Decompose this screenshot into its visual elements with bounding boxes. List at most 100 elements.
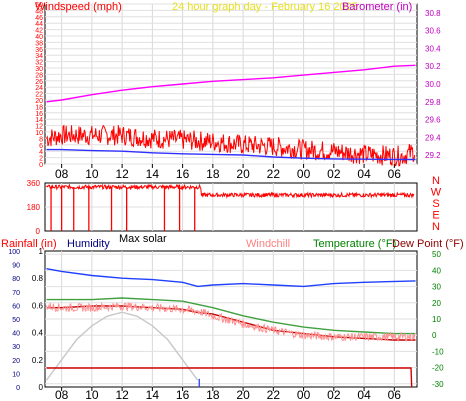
humidity-tick-label: 70 [12, 290, 20, 297]
temperature-tick-label: 40 [432, 266, 441, 275]
windspeed-tick-label: 4 [39, 149, 43, 156]
rainfall-tick-label: 0.6 [32, 301, 44, 310]
windspeed-label: Windspeed (mph) [35, 1, 122, 13]
x-tick-label: 22 [267, 388, 281, 401]
humidity-tick-label: 30 [12, 344, 20, 351]
barometer-tick-label: 29.8 [425, 98, 441, 107]
temperature-tick-label: 10 [432, 315, 441, 324]
humidity-tick-label: 100 [8, 249, 20, 256]
x-tick-label: 02 [327, 167, 341, 181]
temperature-tick-label: 50 [432, 250, 441, 259]
x-tick-label: 18 [206, 167, 220, 181]
humidity-tick-label: 80 [12, 276, 20, 283]
compass-labels: NWSEN [431, 175, 442, 233]
x-tick-label: 12 [115, 167, 129, 181]
temperature-tick-label: -30 [432, 380, 444, 389]
x-tick-label: 14 [146, 388, 160, 401]
temperature-tick-label: 20 [432, 299, 441, 308]
x-tick-label: 10 [85, 388, 99, 401]
windspeed-tick-label: 2 [39, 156, 43, 163]
temperature-tick-label: -20 [432, 364, 444, 373]
barometer-tick-label: 29.6 [425, 116, 441, 125]
temperature-tick-label: 0 [432, 331, 437, 340]
direction-tick-label: 0 [36, 227, 41, 236]
windspeed-tick-label: 8 [39, 136, 43, 143]
x-tick-label: 00 [297, 167, 311, 181]
x-tick-label: 22 [267, 167, 281, 181]
windspeed-tick-label: 16 [35, 111, 43, 118]
windspeed-barometer-chart: 0246810121416182022242628303234363840424… [35, 1, 441, 181]
barometer-tick-label: 29.2 [425, 151, 441, 160]
humidity-tick-label: 60 [12, 303, 20, 310]
x-tick-label: 08 [55, 388, 69, 401]
compass-label: N [432, 221, 440, 233]
windspeed-tick-label: 0 [39, 162, 43, 169]
windspeed-tick-label: 22 [35, 92, 43, 99]
x-tick-label: 06 [388, 388, 402, 401]
chart-title: 24 hour graph day - February 16 2025 [172, 1, 358, 13]
barometer-tick-label: 30.2 [425, 62, 441, 71]
windspeed-tick-label: 42 [35, 28, 43, 35]
windspeed-tick-label: 20 [35, 98, 43, 105]
rainfall-tick-label: 0.8 [32, 274, 44, 283]
c1-left-ticks: 0246810121416182022242628303234363840424… [35, 2, 43, 169]
windspeed-tick-label: 30 [35, 66, 43, 73]
windspeed-tick-label: 12 [35, 124, 43, 131]
barometer-tick-label: 30.6 [425, 27, 441, 36]
c2-left-ticks: 0 180 360 [27, 179, 41, 236]
windspeed-tick-label: 32 [35, 60, 43, 67]
c3-humidity-ticks: 0 10 20 30 40 50 60 70 80 90 100 [8, 249, 20, 392]
windspeed-tick-label: 40 [35, 34, 43, 41]
barometer-tick-label: 30.4 [425, 44, 441, 53]
humidity-tick-label: 10 [12, 371, 20, 378]
barometer-label: Barometer (in) [342, 1, 412, 13]
x-tick-label: 10 [85, 167, 99, 181]
x-tick-label: 20 [236, 388, 250, 401]
max-solar-label: Max solar [119, 233, 167, 245]
barometer-tick-label: 30.0 [425, 80, 441, 89]
weather-graphs: 0246810121416182022242628303234363840424… [1, 1, 464, 401]
humidity-tick-label: 20 [12, 358, 20, 365]
c3-rainfall-ticks: 00.20.40.60.81 [32, 247, 44, 392]
x-tick-label: 14 [146, 167, 160, 181]
x-tick-label: 02 [327, 388, 341, 401]
direction-tick-label: 180 [27, 203, 41, 212]
x-tick-label: 00 [297, 388, 311, 401]
windspeed-tick-label: 38 [35, 40, 43, 47]
windspeed-tick-label: 28 [35, 72, 43, 79]
windspeed-tick-label: 14 [35, 117, 43, 124]
rainfall-tick-label: 0.4 [32, 329, 44, 338]
compass-label: S [432, 198, 439, 210]
compass-label: W [431, 187, 442, 199]
windspeed-tick-label: 10 [35, 130, 43, 137]
compass-label: N [432, 175, 440, 187]
c1-right-ticks: 29.2 29.4 29.6 29.8 30.0 30.2 30.4 30.6 30.8 [425, 9, 441, 160]
temperature-tick-label: 30 [432, 283, 441, 292]
x-tick-label: 08 [55, 167, 69, 181]
humidity-tick-label: 50 [12, 317, 20, 324]
humidity-tick-label: 90 [12, 263, 20, 270]
x-tick-label: 16 [176, 388, 190, 401]
humidity-tick-label: 0 [16, 385, 20, 392]
barometer-tick-label: 29.4 [425, 133, 441, 142]
c3-temperature-ticks: -30 -20 -10 0 10 20 30 40 50 [432, 250, 444, 389]
windspeed-tick-label: 18 [35, 104, 43, 111]
rainfall-tick-label: 0 [39, 383, 44, 392]
x-tick-label: 06 [388, 167, 402, 181]
windspeed-tick-label: 34 [35, 53, 43, 60]
windspeed-tick-label: 26 [35, 79, 43, 86]
barometer-tick-label: 30.8 [425, 9, 441, 18]
x-tick-label: 20 [236, 167, 250, 181]
rainfall-label: Rainfall (in) [1, 238, 57, 250]
windspeed-tick-label: 36 [35, 47, 43, 54]
dew-point-label: Dew Point (°F) [392, 238, 464, 250]
windspeed-tick-label: 46 [35, 15, 43, 22]
c1-x-ticks: 08 10 12 14 16 18 20 22 00 02 04 06 [55, 164, 401, 181]
c3-x-ticks: 08 10 12 14 16 18 20 22 00 02 04 06 [55, 387, 401, 401]
compass-label: E [432, 210, 439, 222]
wind-direction-chart: 0180360 NWSEN [27, 175, 442, 236]
x-tick-label: 18 [206, 388, 220, 401]
windspeed-tick-label: 44 [35, 21, 43, 28]
x-tick-label: 04 [357, 167, 371, 181]
direction-tick-label: 360 [27, 179, 41, 188]
